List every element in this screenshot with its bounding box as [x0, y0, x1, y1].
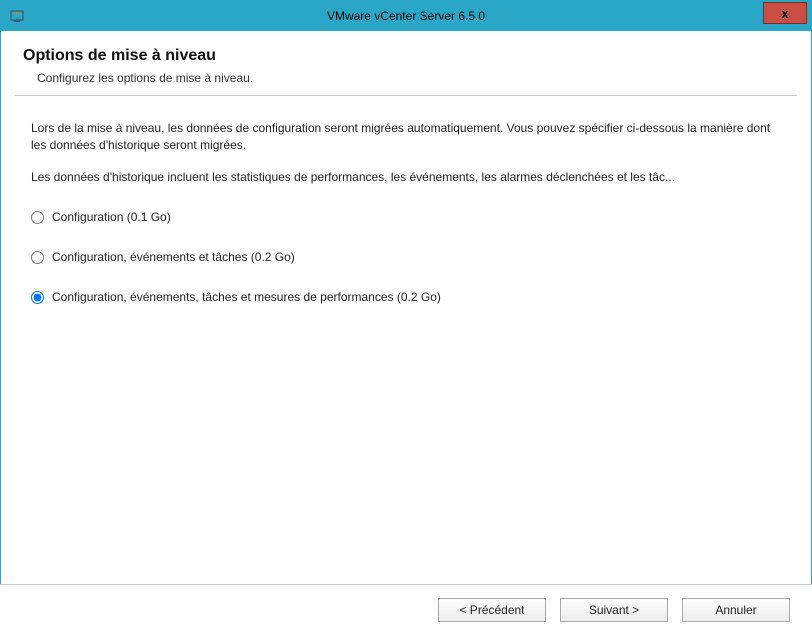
back-button[interactable]: < Précédent — [438, 598, 546, 622]
radio-label-config-events-tasks: Configuration, événements et tâches (0.2… — [52, 250, 295, 264]
content-area: Options de mise à niveau Configurez les … — [1, 31, 811, 583]
radio-option-config[interactable]: Configuration (0.1 Go) — [31, 210, 789, 224]
options-group: Configuration (0.1 Go) Configuration, év… — [31, 210, 789, 304]
radio-label-config: Configuration (0.1 Go) — [52, 210, 171, 224]
intro-paragraph-2: Les données d'historique incluent les st… — [31, 169, 781, 186]
radio-input-config[interactable] — [31, 211, 44, 224]
radio-label-config-events-tasks-perf: Configuration, événements, tâches et mes… — [52, 290, 441, 304]
radio-input-config-events-tasks[interactable] — [31, 251, 44, 264]
header-separator — [15, 95, 797, 96]
close-button[interactable]: x — [763, 2, 807, 24]
window-title: VMware vCenter Server 6.5.0 — [1, 9, 811, 23]
footer: < Précédent Suivant > Annuler — [0, 584, 812, 634]
next-button[interactable]: Suivant > — [560, 598, 668, 622]
radio-option-config-events-tasks-perf[interactable]: Configuration, événements, tâches et mes… — [31, 290, 789, 304]
page-title: Options de mise à niveau — [23, 47, 789, 65]
close-icon: x — [781, 6, 788, 21]
intro-paragraph-1: Lors de la mise à niveau, les données de… — [31, 120, 781, 155]
page-subtitle: Configurez les options de mise à niveau. — [37, 71, 789, 85]
app-icon — [9, 8, 25, 24]
cancel-button[interactable]: Annuler — [682, 598, 790, 622]
radio-input-config-events-tasks-perf[interactable] — [31, 291, 44, 304]
titlebar: VMware vCenter Server 6.5.0 x — [1, 1, 811, 31]
radio-option-config-events-tasks[interactable]: Configuration, événements et tâches (0.2… — [31, 250, 789, 264]
